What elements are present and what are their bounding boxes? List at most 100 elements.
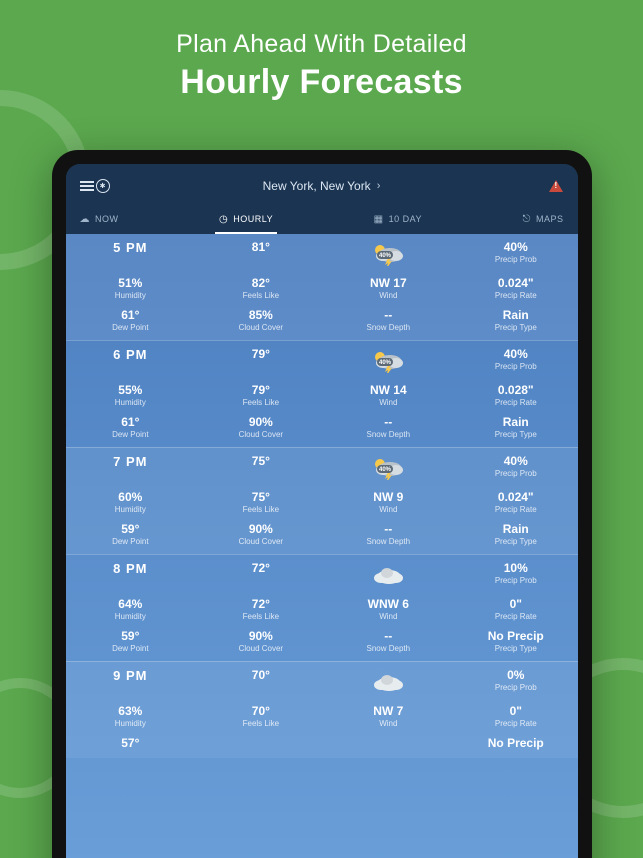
hour-block[interactable]: 7 PM 75° 40% Precip Prob 60% Humidity 75…: [66, 447, 578, 554]
time-cell: 5 PM: [66, 234, 196, 270]
wind-cell: WNW 6 Wind: [327, 591, 450, 623]
feelslike-value: 72°: [201, 597, 320, 611]
preciptype-cell: Rain Precip Type: [454, 302, 577, 334]
feelslike-value: 75°: [201, 490, 320, 504]
dewpoint-value: 59°: [68, 522, 194, 536]
feelslike-label: Feels Like: [201, 505, 320, 514]
precipprob-cell: 40% Precip Prob: [454, 448, 577, 484]
hour-block[interactable]: 8 PM 72° 10% Precip Prob 64% Humidity 72…: [66, 554, 578, 661]
hour-row-2: 64% Humidity 72° Feels Like WNW 6 Wind 0…: [66, 591, 578, 623]
preciptype-cell: Rain Precip Type: [454, 516, 577, 548]
time-cell: 7 PM: [66, 448, 196, 484]
preciptype-label: Precip Type: [456, 644, 575, 653]
cloudcover-cell: 90% Cloud Cover: [199, 623, 322, 655]
snowdepth-cell: -- Snow Depth: [327, 409, 450, 441]
cloudcover-cell: 90% Cloud Cover: [199, 409, 322, 441]
location-selector[interactable]: New York, New York ›: [263, 179, 381, 193]
tab-label: MAPS: [536, 214, 564, 224]
hour-block[interactable]: 5 PM 81° 40% Precip Prob 51% Humidity 82…: [66, 234, 578, 340]
feelslike-label: Feels Like: [201, 612, 320, 621]
hour-block[interactable]: 9 PM 70° 0% Precip Prob 63% Humidity 70°: [66, 661, 578, 758]
humidity-value: 63%: [68, 704, 194, 718]
temp-value: 72°: [201, 561, 320, 575]
tab-now[interactable]: ☁ NOW: [76, 208, 123, 234]
temp-cell: 70°: [199, 662, 322, 698]
tablet-frame: ✱ New York, New York › ☁ NOW ◷ HOURLY ▦: [52, 150, 592, 858]
preciprate-value: 0.028": [456, 383, 575, 397]
precipprob-label: Precip Prob: [456, 683, 575, 692]
snowdepth-value: --: [329, 308, 448, 322]
condition-icon: [329, 561, 448, 589]
condition-icon: [329, 454, 448, 482]
preciprate-cell: 0" Precip Rate: [454, 591, 577, 623]
preciptype-cell: No Precip: [454, 730, 577, 752]
snowdepth-label: Snow Depth: [329, 323, 448, 332]
hour-block[interactable]: 6 PM 79° 40% Precip Prob 55% Humidity 79…: [66, 340, 578, 447]
alert-icon[interactable]: [549, 180, 563, 192]
preciprate-label: Precip Rate: [456, 505, 575, 514]
hour-row-1: 5 PM 81° 40% Precip Prob: [66, 234, 578, 270]
snowdepth-cell: -- Snow Depth: [327, 516, 450, 548]
precipprob-value: 40%: [456, 454, 575, 468]
hour-time: 5 PM: [68, 240, 194, 255]
preciptype-value: Rain: [456, 522, 575, 536]
app-screen: ✱ New York, New York › ☁ NOW ◷ HOURLY ▦: [66, 164, 578, 858]
promo-line-2: Hourly Forecasts: [0, 63, 643, 102]
hour-row-3: 59° Dew Point 90% Cloud Cover -- Snow De…: [66, 623, 578, 655]
humidity-value: 51%: [68, 276, 194, 290]
hour-row-3: 57° No Precip: [66, 730, 578, 752]
feelslike-value: 82°: [201, 276, 320, 290]
humidity-value: 55%: [68, 383, 194, 397]
cloudcover-cell: 90% Cloud Cover: [199, 516, 322, 548]
precipprob-value: 0%: [456, 668, 575, 682]
dewpoint-label: Dew Point: [68, 537, 194, 546]
temp-cell: 81°: [199, 234, 322, 270]
wind-cell: NW 17 Wind: [327, 270, 450, 302]
precipprob-label: Precip Prob: [456, 255, 575, 264]
preciptype-label: Precip Type: [456, 537, 575, 546]
hour-row-3: 61° Dew Point 90% Cloud Cover -- Snow De…: [66, 409, 578, 441]
tab-maps[interactable]: ⎋ MAPS: [519, 208, 568, 234]
preciprate-label: Precip Rate: [456, 719, 575, 728]
preciptype-value: Rain: [456, 415, 575, 429]
temp-cell: 75°: [199, 448, 322, 484]
feelslike-label: Feels Like: [201, 291, 320, 300]
cloudcover-value: 90%: [201, 522, 320, 536]
hour-row-1: 6 PM 79° 40% Precip Prob: [66, 341, 578, 377]
precipprob-cell: 0% Precip Prob: [454, 662, 577, 698]
condition-icon: [329, 668, 448, 696]
humidity-value: 60%: [68, 490, 194, 504]
tab-label: NOW: [95, 214, 119, 224]
hourly-forecast-list[interactable]: 5 PM 81° 40% Precip Prob 51% Humidity 82…: [66, 234, 578, 858]
preciptype-cell: Rain Precip Type: [454, 409, 577, 441]
humidity-cell: 63% Humidity: [66, 698, 196, 730]
snowdepth-value: --: [329, 415, 448, 429]
snowdepth-value: --: [329, 629, 448, 643]
dewpoint-cell: 57°: [66, 730, 196, 752]
preciptype-value: No Precip: [456, 736, 575, 750]
promo-heading: Plan Ahead With Detailed Hourly Forecast…: [0, 0, 643, 102]
temp-cell: 72°: [199, 555, 322, 591]
cloudcover-label: Cloud Cover: [201, 644, 320, 653]
preciprate-cell: 0.028" Precip Rate: [454, 377, 577, 409]
humidity-cell: 51% Humidity: [66, 270, 196, 302]
feelslike-cell: 75° Feels Like: [199, 484, 322, 516]
preciptype-cell: No Precip Precip Type: [454, 623, 577, 655]
dewpoint-label: Dew Point: [68, 323, 194, 332]
dewpoint-cell: 61° Dew Point: [66, 409, 196, 441]
menu-icon[interactable]: ✱: [80, 179, 110, 193]
cloudcover-label: Cloud Cover: [201, 430, 320, 439]
cloudcover-label: Cloud Cover: [201, 323, 320, 332]
wind-value: NW 17: [329, 276, 448, 290]
precipprob-label: Precip Prob: [456, 362, 575, 371]
time-cell: 6 PM: [66, 341, 196, 377]
wind-cell: NW 9 Wind: [327, 484, 450, 516]
time-cell: 8 PM: [66, 555, 196, 591]
clock-icon: ◷: [219, 214, 228, 225]
tab-hourly[interactable]: ◷ HOURLY: [215, 208, 277, 234]
temp-value: 81°: [201, 240, 320, 254]
condition-cell: [327, 341, 450, 377]
tab-10day[interactable]: ▦ 10 DAY: [370, 208, 426, 234]
wind-label: Wind: [329, 291, 448, 300]
wind-value: WNW 6: [329, 597, 448, 611]
